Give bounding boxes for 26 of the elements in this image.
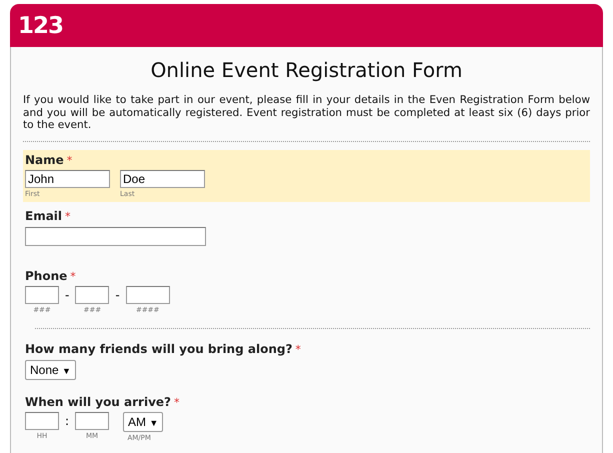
input-field[interactable] — [75, 412, 110, 430]
required-mark: * — [70, 270, 76, 283]
separator-text: - — [115, 287, 120, 302]
field-label: When will you arrive? — [25, 395, 171, 409]
intro-text: If you would like to take part in our event, please fill in your details in the Even Registration Form below and you will be automatically registered. Event registration must be completed at least six (6) days prior to the event. — [23, 94, 590, 132]
required-mark: * — [174, 396, 180, 409]
logo: 123 — [18, 12, 64, 38]
required-mark: * — [295, 343, 301, 356]
required-mark: * — [66, 154, 72, 166]
separator-text: : — [65, 413, 70, 428]
form-title: Online Event Registration Form — [150, 58, 464, 82]
input-field[interactable]: Doe — [120, 170, 205, 188]
input-field[interactable]: John — [25, 170, 110, 188]
input-field[interactable] — [25, 412, 59, 430]
dropdown[interactable]: None ▼ — [25, 360, 76, 380]
input-field[interactable] — [25, 286, 59, 304]
input-field[interactable] — [75, 286, 110, 304]
field-label: Phone — [25, 269, 68, 283]
field-label: Email — [25, 208, 62, 222]
field-label: Name — [25, 152, 64, 166]
field-label: How many friends will you bring along? — [25, 342, 292, 356]
separator-text: - — [65, 287, 70, 302]
required-mark: * — [65, 210, 71, 222]
input-field[interactable] — [25, 227, 206, 246]
dropdown[interactable]: AM ▼ — [123, 412, 164, 432]
input-field[interactable] — [126, 286, 170, 304]
